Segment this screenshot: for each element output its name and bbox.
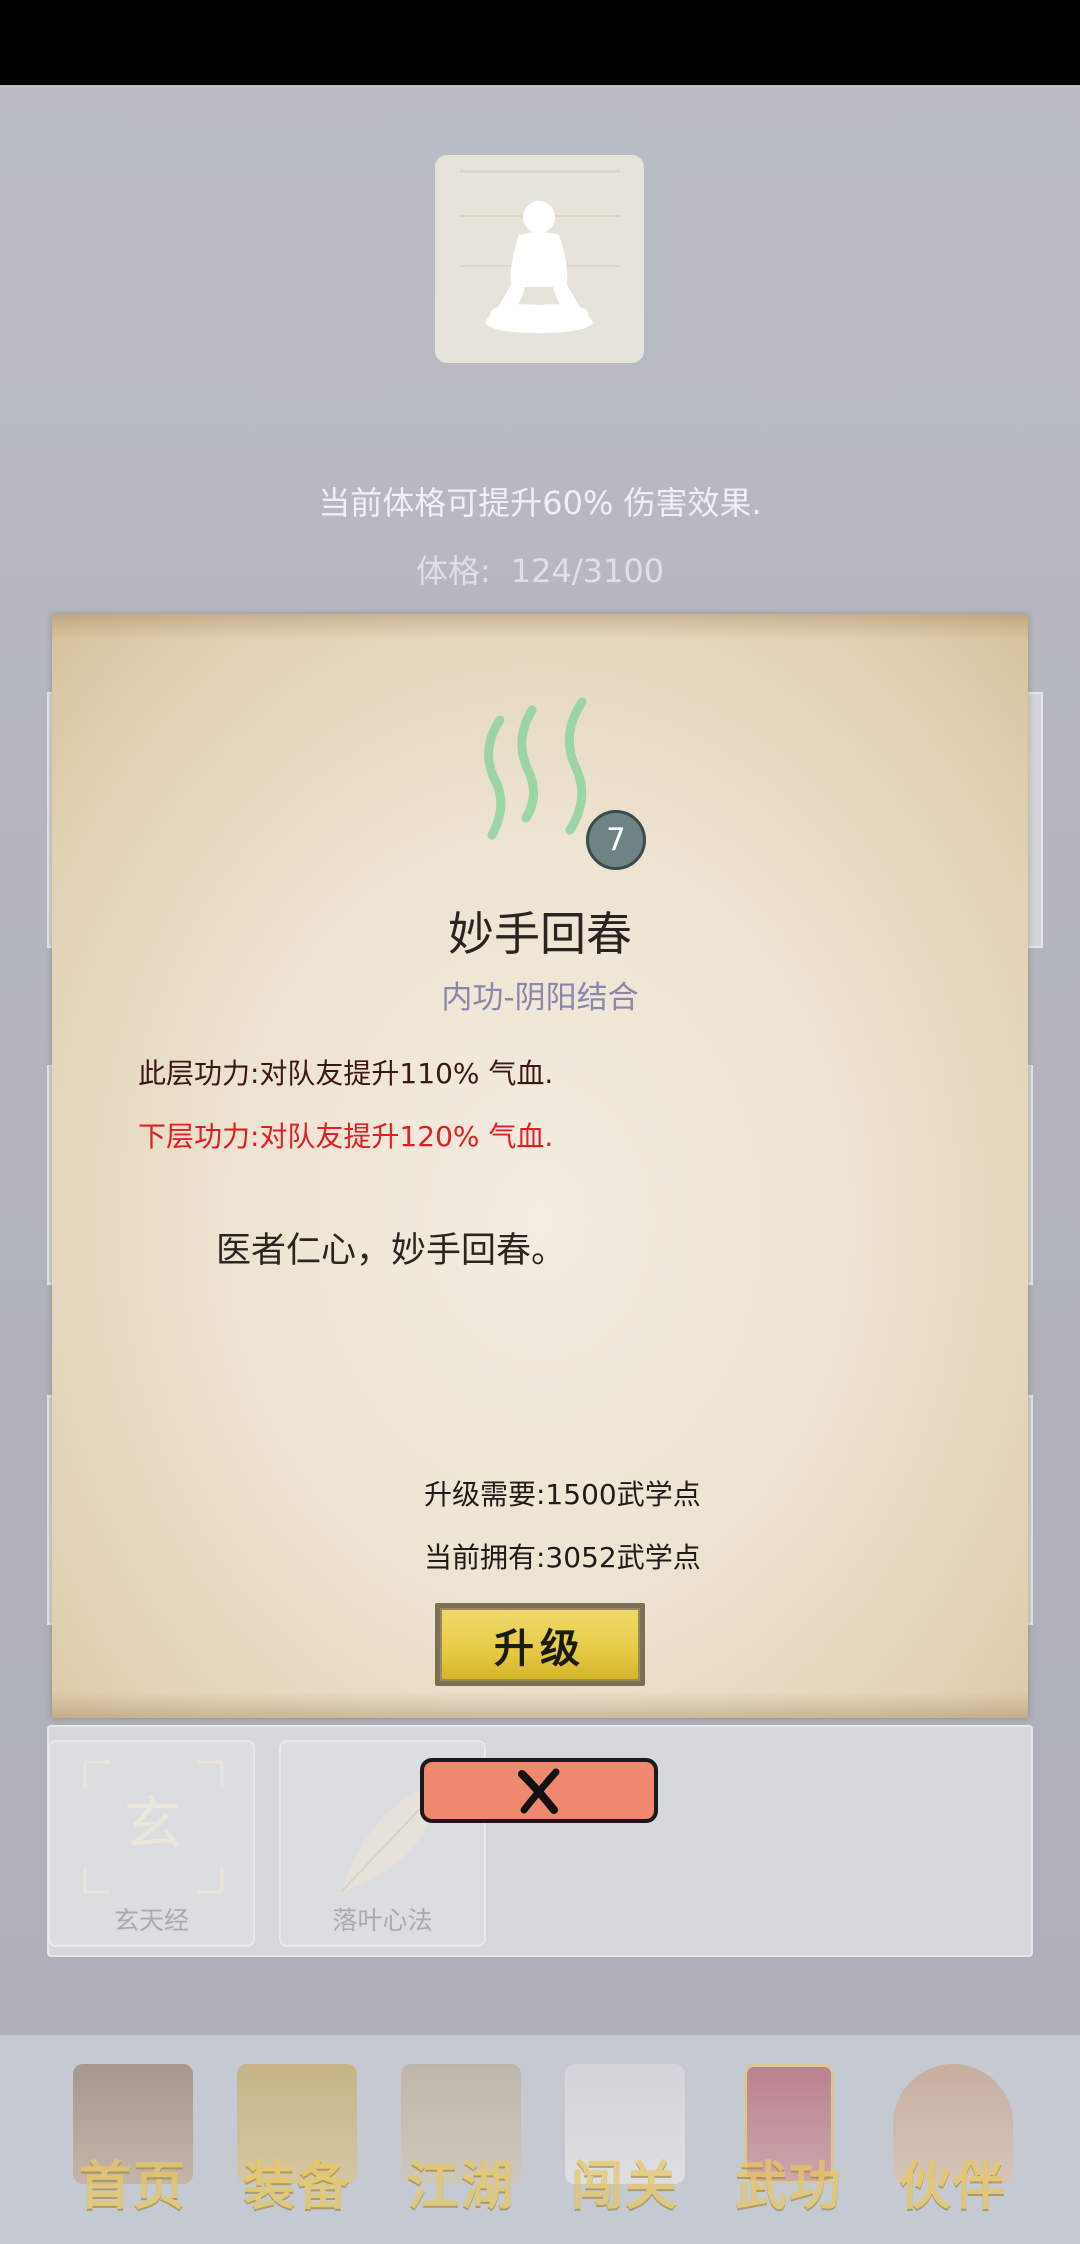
upgrade-cost: 升级需要:1500武学点 xyxy=(424,1478,701,1511)
upgrade-button[interactable]: 升级 xyxy=(435,1603,645,1686)
physique-label: 体格: xyxy=(415,552,491,590)
nav-label: 伙伴 xyxy=(898,2156,1007,2217)
physique-stat: 体格: 124/3100 xyxy=(0,546,1080,592)
skill-level-badge: 7 xyxy=(586,810,646,870)
nav-equipment[interactable]: 装备 xyxy=(222,2064,372,2217)
scroll-bottom-edge xyxy=(52,1692,1028,1718)
upgrade-button-label: 升级 xyxy=(440,1608,640,1681)
svg-text:玄: 玄 xyxy=(124,1790,182,1858)
nav-label: 江湖 xyxy=(406,2156,515,2217)
meditation-avatar[interactable] xyxy=(435,155,644,363)
nav-label: 闯关 xyxy=(570,2156,679,2217)
close-button[interactable] xyxy=(420,1758,658,1823)
skill-card-xuantianjing[interactable]: 玄 玄天经 xyxy=(48,1740,255,1947)
current-points: 当前拥有:3052武学点 xyxy=(424,1541,701,1574)
nav-label: 装备 xyxy=(242,2156,351,2217)
next-layer-effect: 下层功力:对队友提升120% 气血. xyxy=(138,1120,554,1153)
nav-challenge[interactable]: 闯关 xyxy=(550,2064,700,2217)
nav-jianghu[interactable]: 江湖 xyxy=(386,2064,536,2217)
meditating-figure-icon xyxy=(460,170,620,333)
skill-type: 内功-阴阳结合 xyxy=(441,980,639,1016)
close-icon xyxy=(518,1768,560,1814)
nav-martial-arts[interactable]: 武功 xyxy=(714,2064,864,2217)
xuan-character-icon: 玄 xyxy=(83,1760,224,1894)
nav-label: 武功 xyxy=(734,2156,843,2217)
status-bar xyxy=(0,0,1080,85)
skill-card-label: 落叶心法 xyxy=(332,1906,433,1935)
nav-partners[interactable]: 伙伴 xyxy=(878,2064,1028,2217)
effect-description: 当前体格可提升60% 伤害效果. xyxy=(318,484,762,522)
nav-label: 首页 xyxy=(78,2156,187,2217)
skill-card-label: 玄天经 xyxy=(113,1906,189,1935)
physique-value: 124/3100 xyxy=(510,552,665,590)
scroll-top-edge xyxy=(52,614,1028,640)
skill-name: 妙手回春 xyxy=(448,907,632,961)
skill-quote: 医者仁心，妙手回春。 xyxy=(216,1231,567,1271)
nav-home[interactable]: 首页 xyxy=(58,2064,208,2217)
current-layer-effect: 此层功力:对队友提升110% 气血. xyxy=(138,1057,554,1090)
